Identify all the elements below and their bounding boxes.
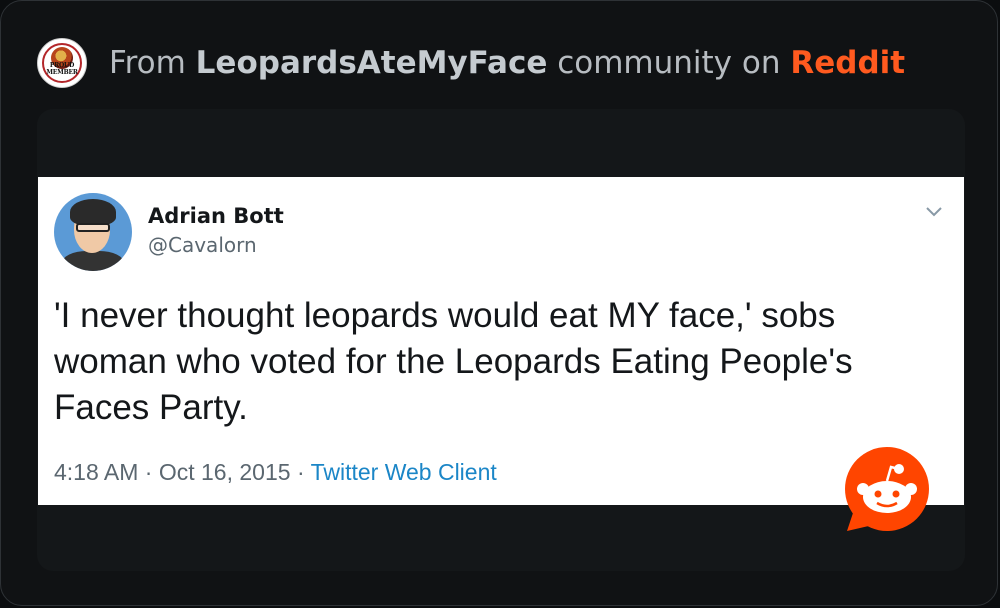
community-logo-icon[interactable]: PROUD MEMBER	[37, 38, 87, 88]
tweet-time: 4:18 AM	[54, 459, 139, 485]
source-middle: community on	[557, 45, 781, 81]
community-link[interactable]: LeopardsAteMyFace	[196, 45, 548, 81]
author-name: Adrian Bott	[148, 204, 284, 228]
avatar-glasses	[76, 223, 110, 232]
source-line: From LeopardsAteMyFace community on Redd…	[109, 45, 905, 81]
avatar	[54, 193, 132, 271]
avatar-body	[62, 251, 124, 271]
tweet-client: Twitter Web Client	[310, 459, 497, 485]
reddit-snoo-icon[interactable]	[843, 447, 933, 533]
meta-separator: ·	[144, 459, 159, 485]
tweet-screenshot[interactable]: Adrian Bott @Cavalorn 'I never thought l…	[38, 177, 964, 505]
source-prefix: From	[109, 45, 186, 81]
author-handle: @Cavalorn	[148, 233, 257, 257]
chevron-down-icon	[926, 207, 942, 217]
avatar-hair	[70, 199, 116, 225]
embed-header: PROUD MEMBER From LeopardsAteMyFace comm…	[37, 37, 905, 89]
logo-text: PROUD MEMBER	[46, 62, 78, 76]
embed-card: PROUD MEMBER From LeopardsAteMyFace comm…	[0, 0, 998, 606]
tweet-date: Oct 16, 2015	[158, 459, 291, 485]
tweet-text: 'I never thought leopards would eat MY f…	[54, 296, 853, 427]
reddit-link[interactable]: Reddit	[790, 45, 905, 81]
meta-separator: ·	[296, 459, 311, 485]
tweet-meta: 4:18 AM · Oct 16, 2015 · Twitter Web Cli…	[54, 459, 497, 486]
